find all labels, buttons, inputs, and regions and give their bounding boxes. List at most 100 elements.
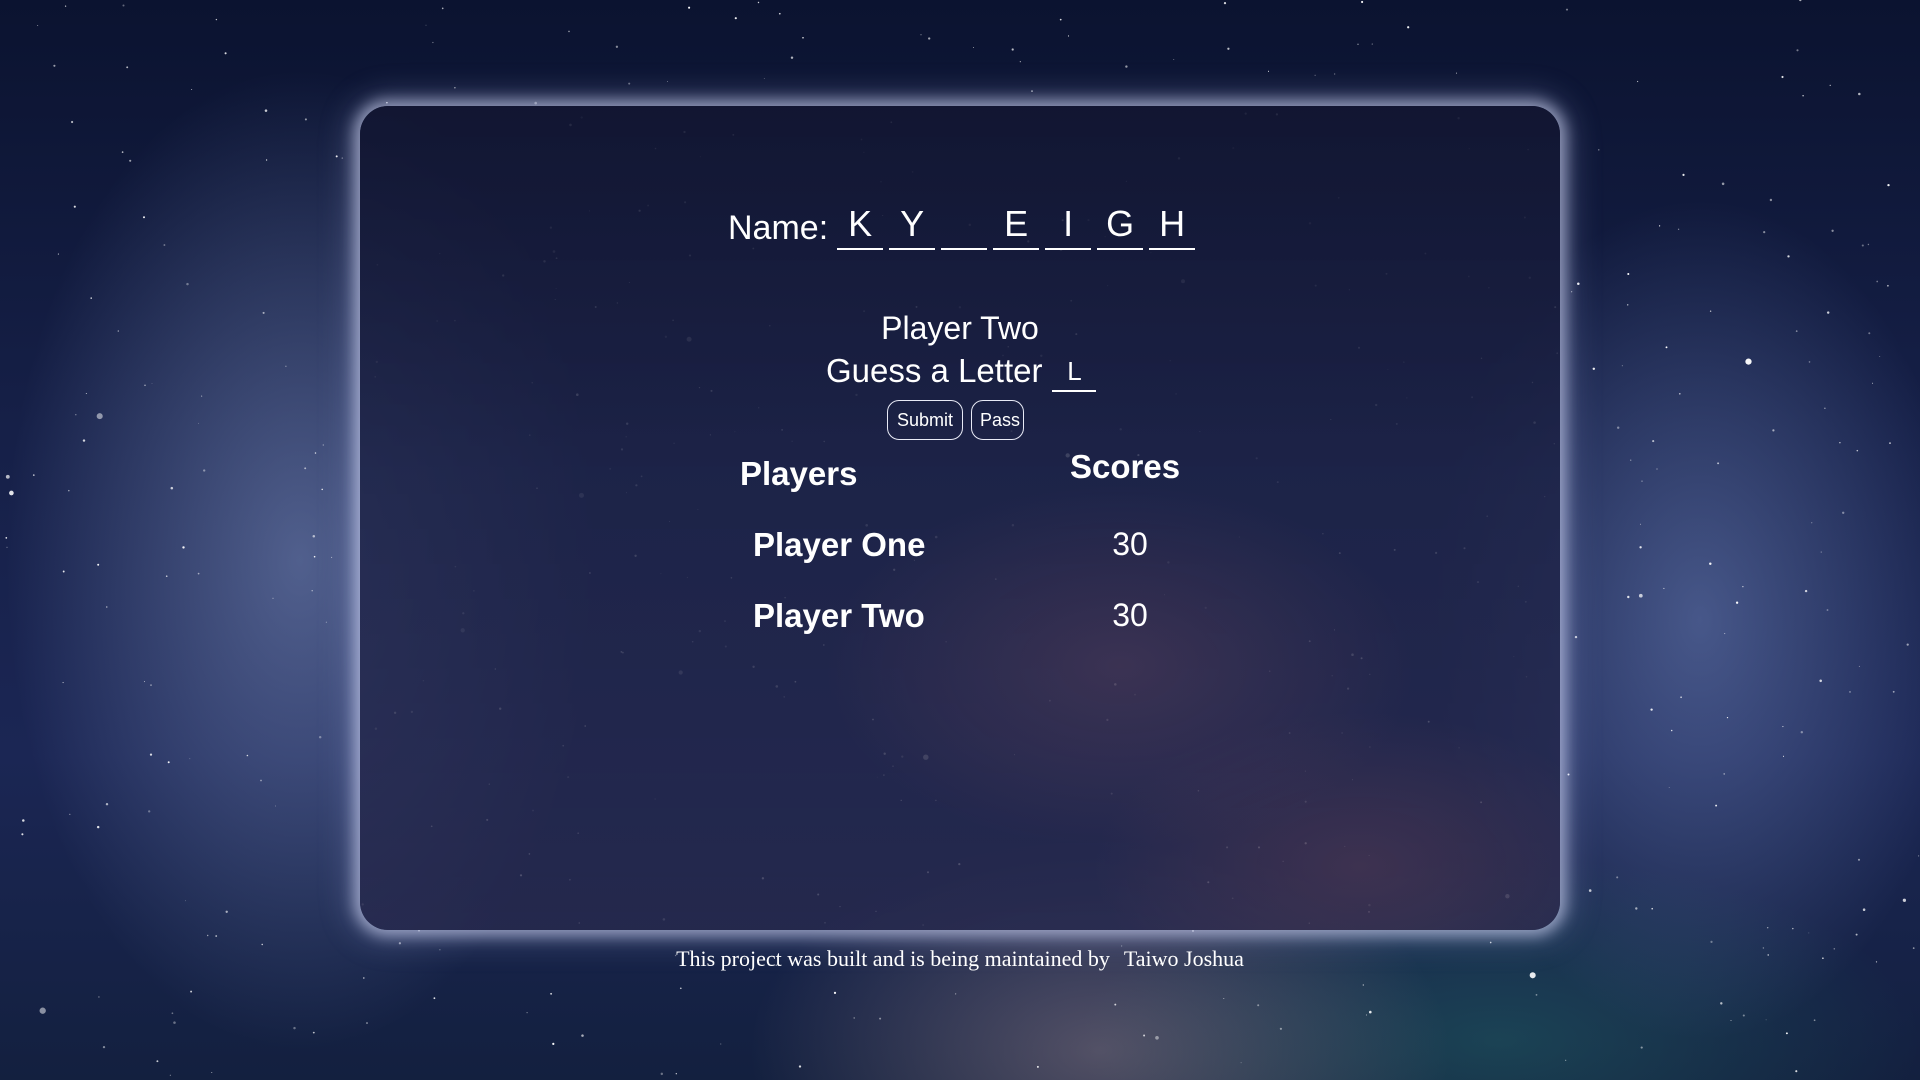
star [1887, 183, 1890, 187]
letter-slot-5: I [1045, 202, 1092, 250]
star [1257, 1004, 1260, 1007]
star [1804, 589, 1808, 593]
name-label: Name: [728, 209, 829, 247]
star [1820, 551, 1822, 553]
star [322, 444, 324, 446]
star [362, 977, 365, 979]
star [1796, 49, 1799, 52]
star [802, 37, 804, 39]
star [386, 101, 388, 104]
star [148, 810, 151, 813]
star [1682, 173, 1685, 176]
star [102, 1045, 106, 1049]
star [1630, 459, 1632, 461]
star [182, 546, 185, 549]
star [1650, 708, 1653, 711]
star [150, 684, 152, 686]
star [1677, 228, 1680, 230]
star [1125, 65, 1128, 68]
star [1829, 84, 1831, 87]
star [21, 833, 24, 836]
star [1223, 2, 1227, 5]
star [201, 395, 203, 397]
star [191, 88, 193, 90]
player-one-name: Player One [753, 526, 926, 563]
star [96, 825, 100, 829]
player-one-score: 30 [1112, 526, 1148, 562]
star [6, 546, 8, 548]
star [1772, 429, 1775, 432]
star [96, 413, 103, 420]
star [1362, 984, 1364, 986]
star [207, 934, 209, 937]
guess-letter-input[interactable] [1052, 352, 1097, 392]
star [454, 87, 456, 89]
star [1656, 468, 1658, 470]
star [173, 1021, 176, 1024]
submit-button[interactable]: Submit [887, 400, 963, 440]
star [163, 244, 166, 246]
star [720, 1043, 722, 1045]
star [1902, 898, 1907, 902]
star [1565, 8, 1569, 11]
star [1872, 382, 1874, 384]
star [97, 563, 100, 566]
star [126, 66, 129, 69]
star [9, 490, 14, 496]
star [1808, 361, 1811, 363]
star [1365, 1014, 1367, 1016]
star [1036, 1065, 1039, 1068]
star [1680, 696, 1682, 699]
star [321, 488, 323, 491]
star [1842, 511, 1845, 514]
star [526, 1011, 528, 1014]
star [260, 779, 262, 782]
star [1173, 59, 1175, 60]
scores-header: Scores [1070, 448, 1181, 485]
star [1011, 48, 1014, 51]
star [85, 393, 87, 394]
star [1598, 149, 1600, 151]
star [64, 5, 67, 7]
pass-button[interactable]: Pass [971, 400, 1024, 440]
star [675, 1073, 677, 1075]
star [1717, 462, 1720, 465]
star [149, 753, 153, 756]
star [335, 155, 338, 158]
star [37, 24, 39, 26]
star [879, 1017, 882, 1020]
star [57, 253, 59, 255]
star [1849, 691, 1851, 693]
letter-slot-7: H [1149, 202, 1196, 250]
star [1663, 587, 1665, 589]
star [1635, 907, 1638, 910]
star [798, 1065, 802, 1068]
star [304, 118, 307, 121]
star [1638, 593, 1643, 598]
star [1535, 994, 1538, 996]
player-two-score: 30 [1112, 597, 1148, 633]
star [1819, 679, 1822, 683]
star [1031, 90, 1033, 92]
star [39, 1007, 46, 1014]
star [666, 80, 668, 82]
word-display: Name: K Y E I G H [728, 200, 1198, 250]
star [106, 606, 108, 608]
star [186, 282, 189, 286]
star [1529, 972, 1536, 979]
star [1839, 442, 1841, 444]
star [285, 365, 287, 367]
star [1795, 330, 1798, 332]
footer-text: This project was built and is being main… [676, 946, 1110, 971]
star [1792, 927, 1794, 930]
current-player-label: Player Two [881, 310, 1039, 346]
star [1824, 407, 1826, 409]
star [688, 6, 691, 9]
star [1314, 74, 1316, 76]
star [1918, 855, 1920, 857]
star [1626, 304, 1629, 306]
star [215, 935, 218, 937]
star [1742, 586, 1744, 588]
star [215, 18, 218, 21]
star [1621, 365, 1623, 367]
